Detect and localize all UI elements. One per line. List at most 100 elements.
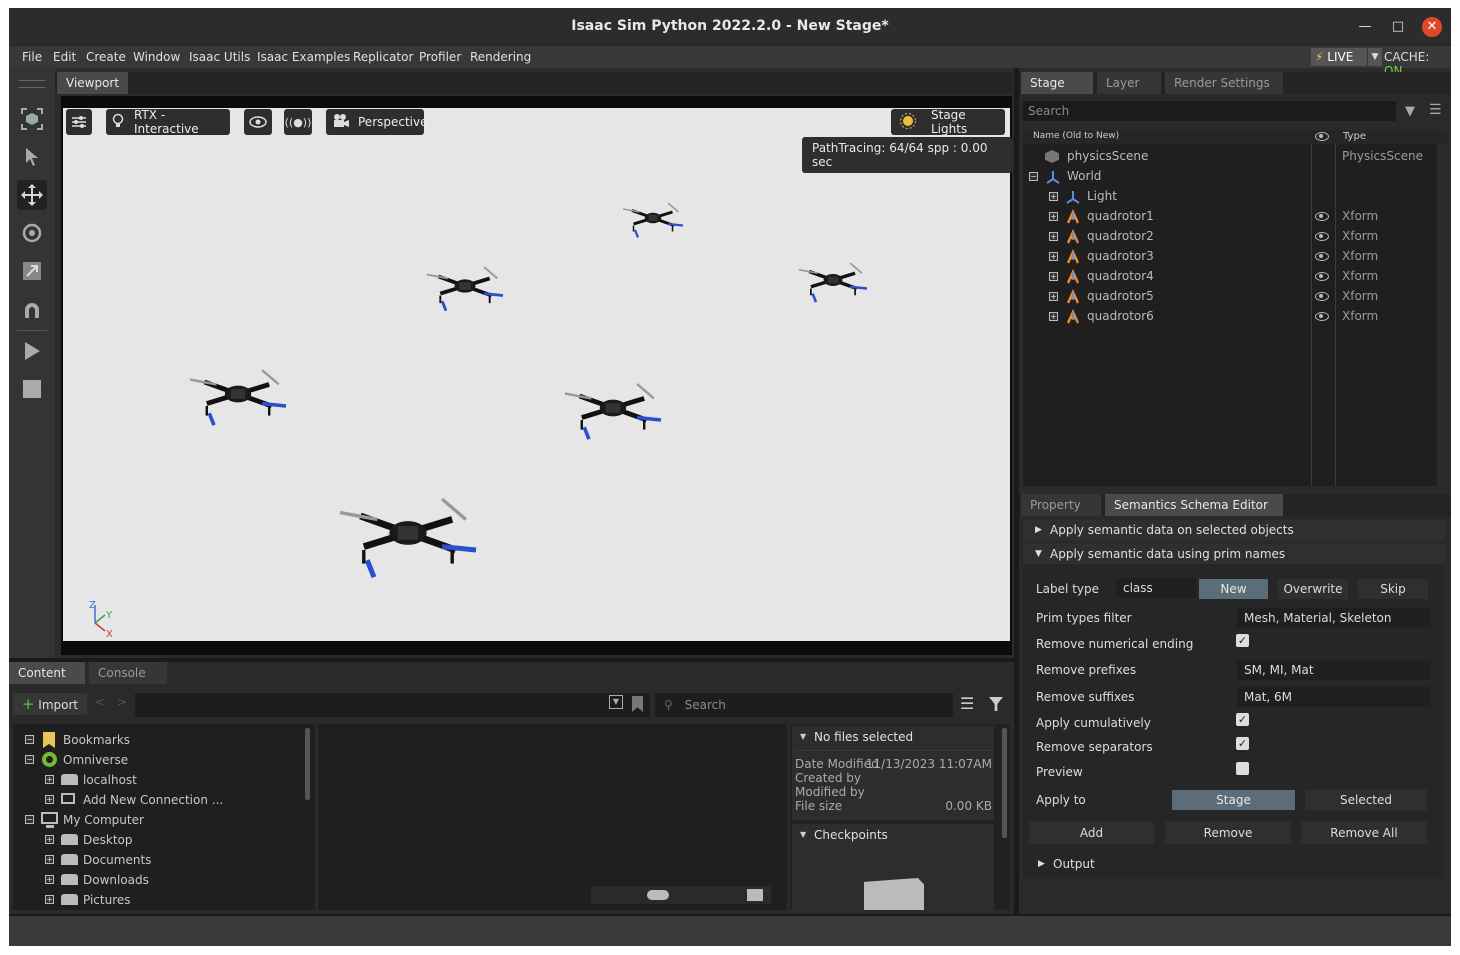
add-button[interactable]: Add	[1029, 822, 1154, 844]
back-arrow-icon[interactable]: <	[95, 695, 105, 709]
expand-icon[interactable]: +	[1049, 252, 1058, 261]
visibility-eye-icon[interactable]	[1315, 252, 1329, 261]
tab-property[interactable]: Property	[1021, 494, 1101, 516]
visibility-eye-icon[interactable]	[1315, 272, 1329, 281]
list-view-icon[interactable]: ☰	[960, 694, 974, 713]
stage-search-input[interactable]: Search	[1023, 101, 1396, 121]
stage-row-quadrotor6[interactable]: + quadrotor6 Xform	[1023, 306, 1433, 326]
stage-row-physicsscene[interactable]: physicsScene PhysicsScene	[1023, 146, 1433, 166]
info-scrollbar[interactable]	[1002, 728, 1007, 838]
forward-arrow-icon[interactable]: >	[117, 695, 127, 709]
path-input[interactable]	[135, 693, 650, 717]
viewport-canvas[interactable]: Z Y X	[63, 108, 1010, 641]
prim-types-filter-input[interactable]: Mesh, Material, Skeleton	[1237, 608, 1431, 628]
expand-icon[interactable]: +	[45, 775, 54, 784]
import-button[interactable]: + Import	[13, 693, 87, 715]
menu-edit[interactable]: Edit	[53, 50, 76, 64]
stage-row-light[interactable]: + Light	[1023, 186, 1433, 206]
stage-scrollbar[interactable]	[1437, 144, 1447, 486]
menu-isaac-examples[interactable]: Isaac Examples	[257, 50, 350, 64]
remove-prefixes-input[interactable]: SM, MI, Mat	[1237, 660, 1431, 680]
stage-row-quadrotor4[interactable]: + quadrotor4 Xform	[1023, 266, 1433, 286]
expand-icon[interactable]: +	[1049, 292, 1058, 301]
file-list-area[interactable]	[318, 724, 787, 910]
expand-icon[interactable]: +	[1049, 192, 1058, 201]
section-apply-selected[interactable]: ▶ Apply semantic data on selected object…	[1023, 520, 1445, 540]
live-button[interactable]: ⚡ LIVE	[1311, 48, 1367, 66]
slider-thumb[interactable]	[647, 890, 669, 900]
collapse-icon[interactable]: −	[25, 755, 34, 764]
stage-row-world[interactable]: − World	[1023, 166, 1433, 186]
camera-button[interactable]: Perspective	[326, 109, 428, 135]
section-output[interactable]: ▶ Output	[1023, 854, 1445, 874]
expand-icon[interactable]: +	[1049, 312, 1058, 321]
expand-icon[interactable]: +	[1049, 272, 1058, 281]
remove-separators-checkbox[interactable]: ✓	[1236, 737, 1249, 750]
horizontal-splitter[interactable]	[9, 658, 1014, 662]
remove-suffixes-input[interactable]: Mat, 6M	[1237, 687, 1431, 707]
tab-render-settings[interactable]: Render Settings	[1165, 72, 1283, 94]
menu-file[interactable]: File	[22, 50, 42, 64]
filter-icon[interactable]: ▼	[1405, 104, 1415, 119]
skip-button[interactable]: Skip	[1358, 579, 1428, 599]
visibility-eye-icon[interactable]	[244, 109, 272, 135]
grid-view-icon[interactable]	[747, 889, 763, 901]
collapse-icon[interactable]: −	[25, 735, 34, 744]
expand-icon[interactable]: +	[45, 895, 54, 904]
viewport[interactable]: Z Y X RTX - Interactive ((●)) Perspectiv…	[61, 96, 1012, 655]
collapse-icon[interactable]: −	[25, 815, 34, 824]
dropdown-icon[interactable]: ▼	[609, 695, 623, 709]
rotate-tool-icon[interactable]	[17, 218, 47, 248]
tab-layer[interactable]: Layer	[1097, 72, 1161, 94]
tab-viewport[interactable]: Viewport	[57, 72, 129, 94]
snap-magnet-icon[interactable]	[17, 296, 47, 326]
close-icon[interactable]: ✕	[1422, 17, 1442, 37]
tab-content[interactable]: Content	[9, 662, 85, 684]
tab-console[interactable]: Console	[89, 662, 167, 684]
menu-icon[interactable]: ☰	[1429, 102, 1442, 118]
menu-profiler[interactable]: Profiler	[419, 50, 461, 64]
overwrite-button[interactable]: Overwrite	[1278, 579, 1348, 599]
remove-button[interactable]: Remove	[1165, 822, 1291, 844]
filter-icon[interactable]	[989, 697, 1003, 711]
chevron-down-icon[interactable]: ▼	[1368, 48, 1382, 66]
apply-to-stage-button[interactable]: Stage	[1172, 790, 1295, 810]
content-search-input[interactable]: ⚲ Search	[655, 693, 953, 717]
expand-icon[interactable]: +	[45, 795, 54, 804]
expand-icon[interactable]: +	[45, 855, 54, 864]
stage-row-quadrotor3[interactable]: + quadrotor3 Xform	[1023, 246, 1433, 266]
play-icon[interactable]	[17, 336, 47, 366]
minimize-icon[interactable]: —	[1355, 17, 1375, 37]
visibility-eye-icon[interactable]	[1315, 212, 1329, 221]
remove-numerical-ending-checkbox[interactable]: ✓	[1236, 634, 1249, 647]
preview-checkbox[interactable]	[1236, 762, 1249, 775]
apply-to-selected-button[interactable]: Selected	[1305, 790, 1427, 810]
tab-stage[interactable]: Stage	[1021, 72, 1093, 94]
expand-icon[interactable]: +	[45, 835, 54, 844]
section-apply-prim-names[interactable]: ▼ Apply semantic data using prim names	[1023, 544, 1445, 564]
checkpoints-header[interactable]: Checkpoints	[814, 828, 888, 842]
select-mode-icon[interactable]	[17, 104, 47, 134]
stage-row-quadrotor2[interactable]: + quadrotor2 Xform	[1023, 226, 1433, 246]
expand-icon[interactable]: +	[1049, 232, 1058, 241]
stage-lights-button[interactable]: Stage Lights	[891, 108, 1005, 136]
remove-all-button[interactable]: Remove All	[1301, 822, 1427, 844]
sensor-broadcast-icon[interactable]: ((●))	[284, 109, 312, 135]
menu-window[interactable]: Window	[133, 50, 180, 64]
expand-icon[interactable]: +	[1049, 212, 1058, 221]
zoom-slider[interactable]	[591, 886, 771, 904]
pointer-icon[interactable]	[17, 142, 47, 172]
viewport-settings-icon[interactable]	[66, 109, 92, 135]
tree-scrollbar[interactable]	[305, 728, 310, 800]
collapse-icon[interactable]: −	[1029, 172, 1038, 181]
maximize-icon[interactable]: □	[1388, 17, 1408, 37]
menu-rendering[interactable]: Rendering	[470, 50, 531, 64]
visibility-eye-icon[interactable]	[1315, 292, 1329, 301]
stage-row-quadrotor1[interactable]: + quadrotor1 Xform	[1023, 206, 1433, 226]
apply-cumulatively-checkbox[interactable]: ✓	[1236, 713, 1249, 726]
menu-create[interactable]: Create	[86, 50, 126, 64]
tab-semantics-schema-editor[interactable]: Semantics Schema Editor	[1105, 494, 1283, 516]
new-button[interactable]: New	[1199, 579, 1268, 599]
stop-icon[interactable]	[17, 374, 47, 404]
vertical-splitter[interactable]	[1014, 68, 1019, 914]
